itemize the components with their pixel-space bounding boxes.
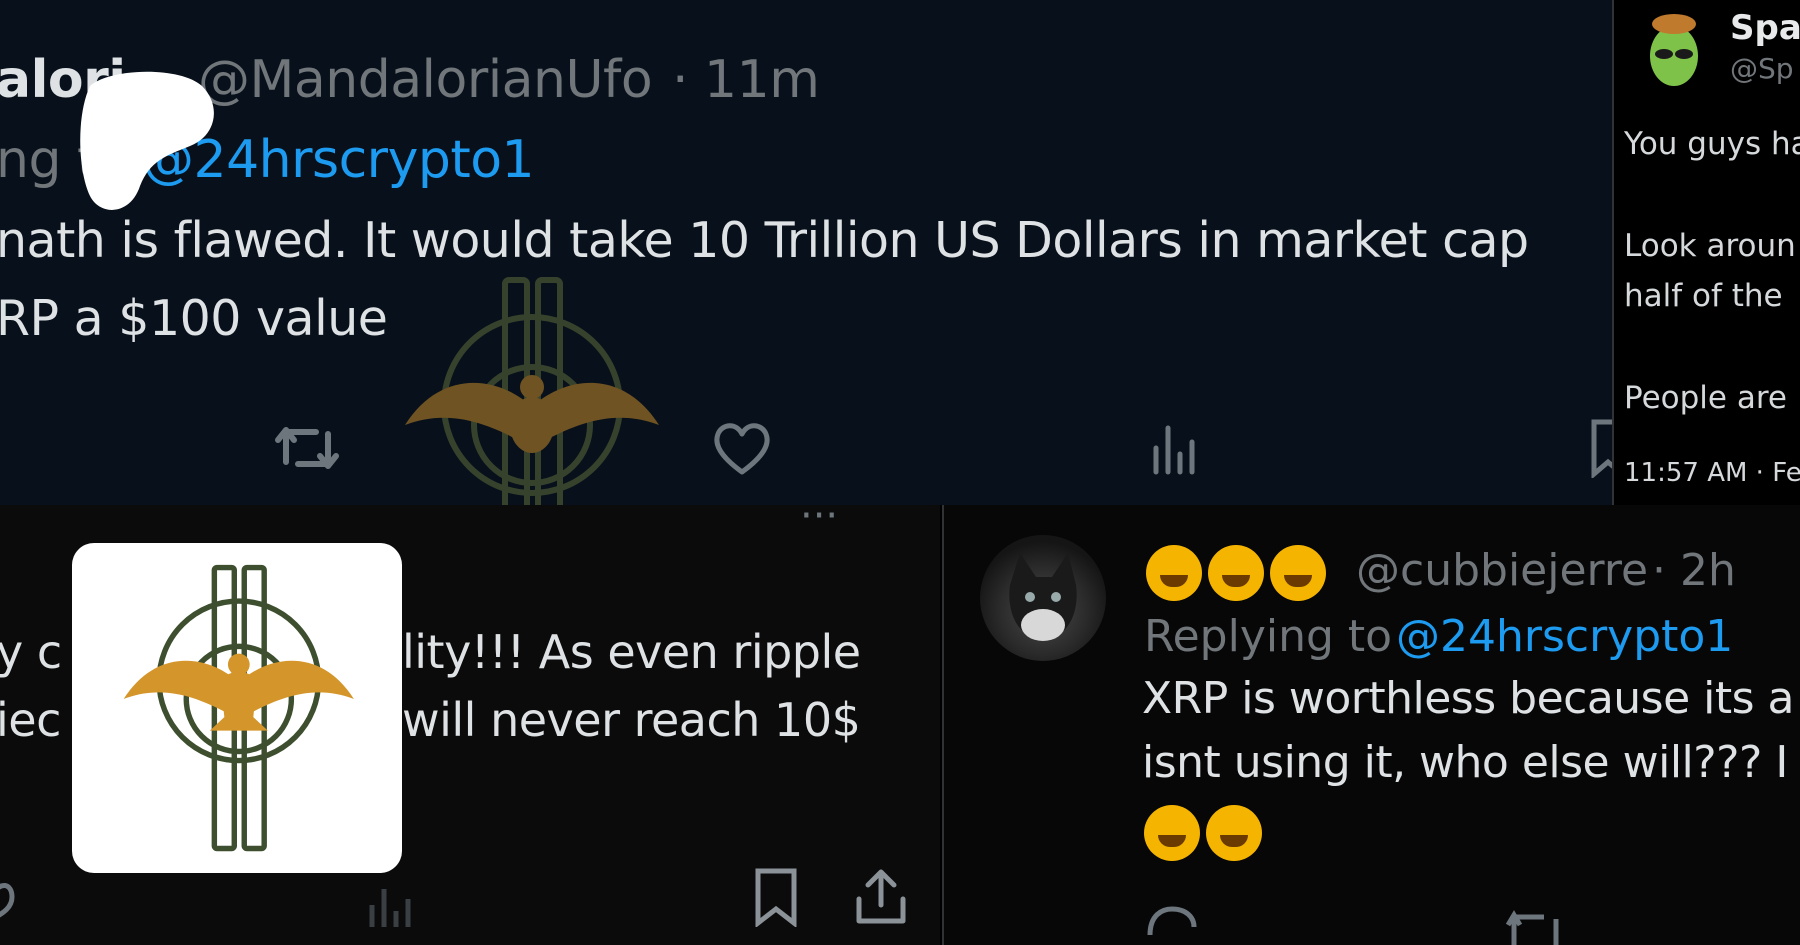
joy-emoji-icon <box>1144 805 1200 861</box>
top-tweet-panel: alori @MandalorianUfo · 11m ng t @24hrsc… <box>0 0 1612 505</box>
tweet-text-line-2: RP a $100 value <box>0 290 388 347</box>
retweet-icon <box>275 427 339 469</box>
share-icon <box>856 869 906 924</box>
share-button[interactable] <box>854 867 908 927</box>
tweet-time[interactable]: · 2h <box>1652 545 1736 596</box>
replying-to-link[interactable]: @24hrscrypto1 <box>1396 611 1733 662</box>
like-button[interactable] <box>710 418 774 478</box>
cat-avatar-icon <box>1009 553 1077 641</box>
tweet-timestamp: 11:57 AM · Fe <box>1624 458 1800 488</box>
like-icon <box>0 883 15 918</box>
tweet-text-line-1-right: lity!!! As even ripple <box>402 625 861 679</box>
name-emojis <box>1146 545 1332 601</box>
author-name[interactable]: Spac <box>1730 8 1800 48</box>
author-handle[interactable]: @MandalorianUfo <box>198 50 653 110</box>
eagle-logo-icon <box>123 564 354 852</box>
bookmark-icon <box>1591 419 1612 478</box>
like-icon <box>714 423 770 475</box>
reply-button[interactable] <box>1144 905 1200 945</box>
logo-badge <box>72 543 402 873</box>
tweet-text-line-1-left: y c <box>0 625 62 679</box>
eagle-logo-watermark-icon <box>405 277 659 505</box>
replying-label: Replying to <box>1144 611 1393 662</box>
tweet-text-line-1: nath is flawed. It would take 10 Trillio… <box>0 212 1529 269</box>
like-button[interactable] <box>0 873 30 923</box>
tweet-text-line-1: You guys ha <box>1624 126 1800 162</box>
retweet-icon <box>1505 910 1559 945</box>
bottom-right-tweet-panel: @cubbiejerre · 2h Replying to @24hrscryp… <box>942 505 1800 945</box>
bookmark-button[interactable] <box>752 867 800 927</box>
more-menu-button[interactable]: ··· <box>800 505 838 539</box>
analytics-icon <box>369 889 411 927</box>
tweet-text-line-2: Look aroun <box>1624 228 1796 264</box>
rofl-emoji-icon <box>1206 805 1262 861</box>
bookmark-icon <box>755 868 797 927</box>
tweet-text-line-4: People are <box>1624 380 1787 416</box>
alien-avatar-icon[interactable] <box>1634 10 1714 90</box>
tweet-emojis <box>1144 805 1268 861</box>
bookmark-button[interactable] <box>1588 418 1612 478</box>
thinking-emoji-icon <box>1146 545 1202 601</box>
author-handle[interactable]: @Sp <box>1730 52 1794 85</box>
tweet-text-line-2-left: iec <box>0 693 61 747</box>
analytics-button[interactable] <box>1148 418 1204 478</box>
tweet-text-line-2-right: will never reach 10$ <box>402 693 861 747</box>
reply-icon <box>1147 906 1197 936</box>
author-handle[interactable]: @cubbiejerre <box>1356 545 1648 596</box>
tweet-time[interactable]: · 11m <box>672 50 820 110</box>
retweet-button[interactable] <box>272 418 342 478</box>
joy-emoji-icon <box>1270 545 1326 601</box>
rofl-emoji-icon <box>1208 545 1264 601</box>
tweet-text-line-2: isnt using it, who else will??? I <box>1142 737 1788 788</box>
retweet-button[interactable] <box>1504 907 1574 945</box>
cat-avatar[interactable] <box>980 535 1106 661</box>
analytics-button[interactable] <box>364 883 412 931</box>
right-tweet-panel: Spac @Sp You guys ha Look aroun half of … <box>1612 0 1800 505</box>
tweet-text-line-1: XRP is worthless because its a <box>1142 673 1795 724</box>
white-blob-shape <box>80 71 214 210</box>
analytics-icon <box>1153 425 1195 475</box>
tweet-text-line-3: half of the <box>1624 278 1783 314</box>
